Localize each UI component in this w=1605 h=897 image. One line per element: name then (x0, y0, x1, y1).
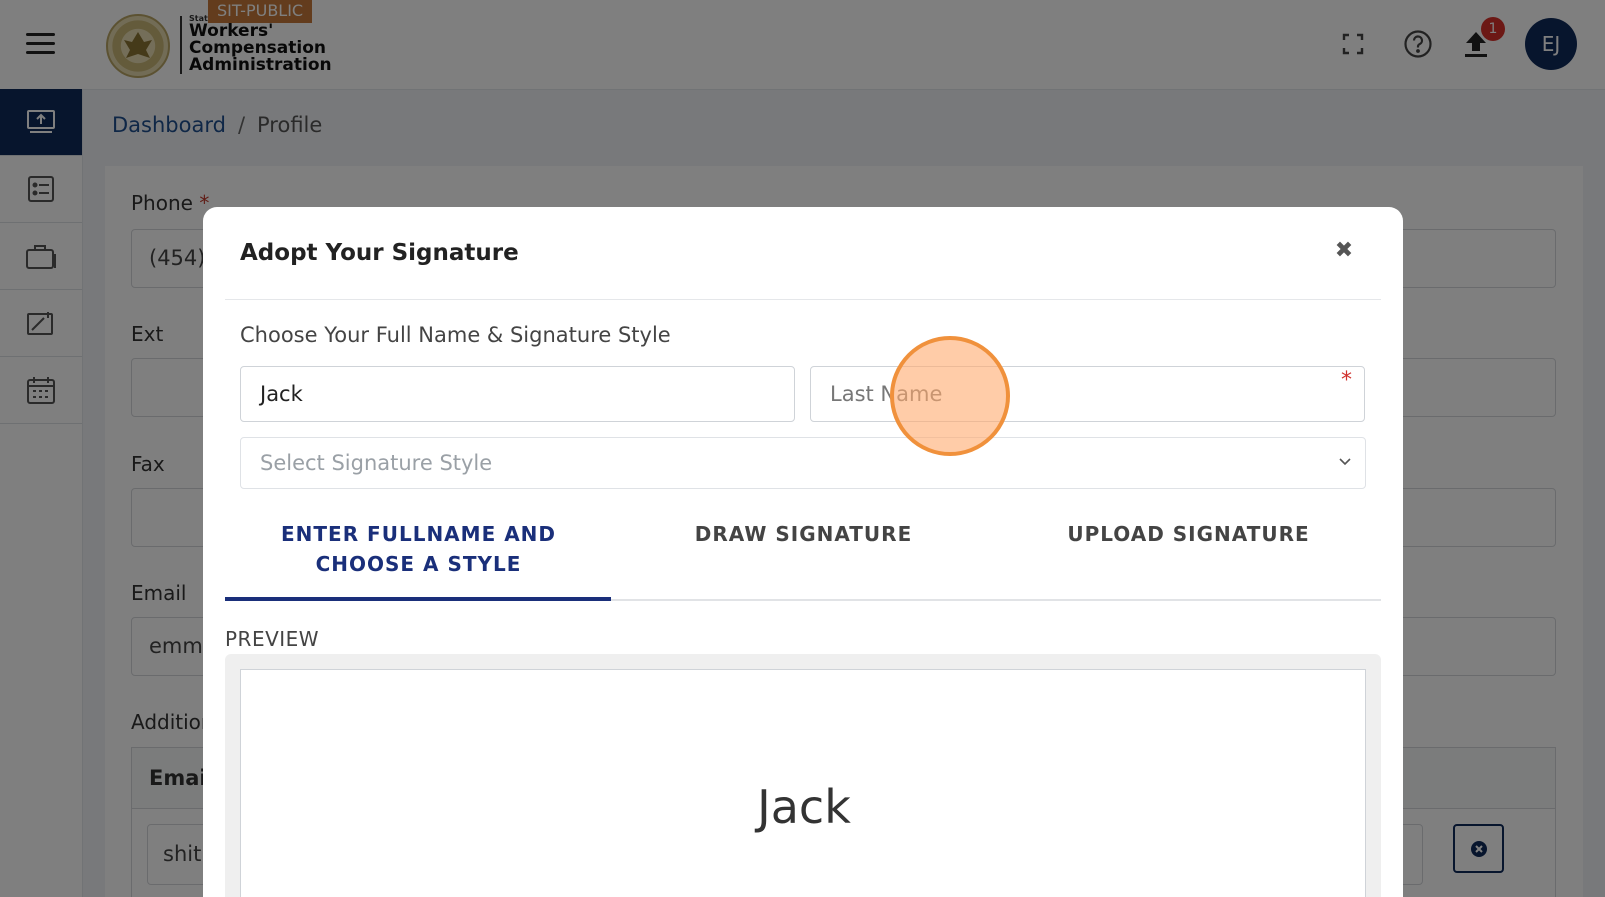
modal-subtitle: Choose Your Full Name & Signature Style (240, 323, 671, 347)
tab-enter-fullname-line1: ENTER FULLNAME AND (280, 522, 557, 546)
signature-preview: Jack (240, 669, 1366, 897)
preview-label: PREVIEW (225, 627, 320, 651)
tab-upload-signature-label: UPLOAD SIGNATURE (1067, 522, 1310, 546)
chevron-down-icon (1339, 458, 1351, 466)
tab-draw-signature-label: DRAW SIGNATURE (694, 522, 913, 546)
modal-title: Adopt Your Signature (240, 240, 519, 266)
modal-header-divider (225, 299, 1381, 300)
signature-style-placeholder: Select Signature Style (260, 451, 493, 475)
adopt-signature-modal: Adopt Your Signature ✖ Choose Your Full … (203, 207, 1403, 897)
close-icon[interactable]: ✖ (1330, 237, 1358, 265)
tab-enter-fullname[interactable]: ENTER FULLNAME AND CHOOSE A STYLE (226, 519, 611, 579)
signature-preview-text: Jack (757, 780, 851, 834)
tab-upload-signature[interactable]: UPLOAD SIGNATURE (996, 519, 1381, 549)
first-name-input[interactable]: Jack (240, 366, 795, 422)
click-indicator (890, 336, 1010, 456)
last-name-required-marker: * (1341, 368, 1352, 393)
tab-enter-fullname-line2: CHOOSE A STYLE (315, 552, 522, 576)
signature-style-select[interactable]: Select Signature Style (240, 437, 1366, 489)
active-tab-indicator (225, 597, 611, 601)
tab-draw-signature[interactable]: DRAW SIGNATURE (611, 519, 996, 549)
